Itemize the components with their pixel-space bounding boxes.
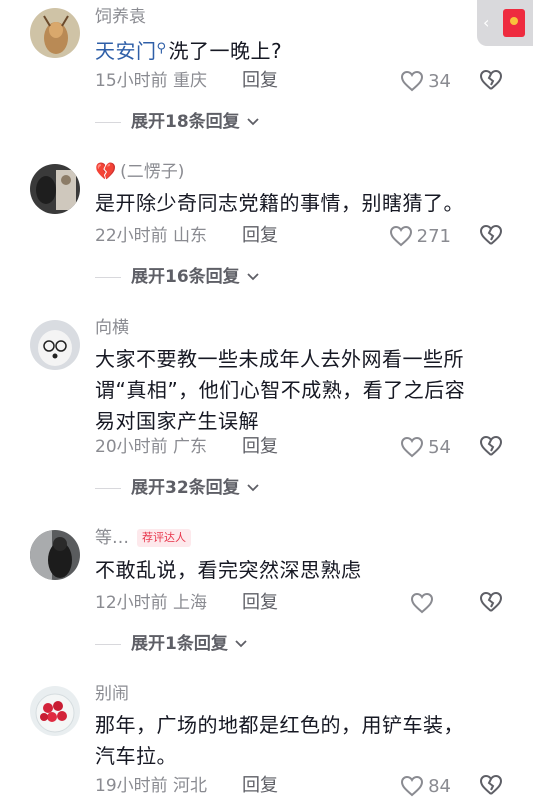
avatar[interactable] — [30, 320, 80, 370]
location: 上海 — [173, 593, 208, 613]
avatar[interactable] — [30, 8, 80, 58]
like-button[interactable]: 271 — [389, 223, 451, 249]
search-icon: ⚲ — [156, 41, 167, 56]
location: 广东 — [173, 437, 208, 457]
username[interactable]: 等… 荐评达人 — [95, 527, 191, 549]
expand-replies-button[interactable]: 展开16条回复 — [95, 266, 260, 288]
like-button[interactable]: 34 — [400, 68, 451, 94]
chevron-down-icon — [247, 118, 259, 126]
location: 山东 — [173, 226, 208, 246]
heart-icon — [410, 592, 434, 614]
heart-icon — [401, 775, 424, 797]
like-count: 271 — [416, 225, 451, 247]
username[interactable]: 饲养袁 — [95, 6, 146, 28]
expand-label: 展开32条回复 — [131, 478, 240, 498]
comment-meta: 20小时前 广东 — [95, 435, 207, 459]
divider-line — [95, 121, 121, 123]
heart-icon — [401, 436, 424, 458]
username[interactable]: 向横 — [95, 317, 129, 339]
dislike-button[interactable] — [478, 772, 504, 798]
timestamp: 12小时前 — [95, 593, 168, 613]
like-count: 34 — [428, 70, 451, 92]
username-text: (二愣子) — [120, 162, 185, 182]
reply-button[interactable]: 回复 — [242, 591, 278, 615]
like-button[interactable]: 54 — [400, 434, 451, 460]
comment-meta: 15小时前 重庆 — [95, 69, 207, 93]
like-button[interactable] — [410, 590, 438, 616]
comment-text: 大家不要教一些未成年人去外网看一些所 谓“真相”，他们心智不成熟，看了之后容 易… — [95, 344, 515, 437]
expand-label: 展开16条回复 — [131, 267, 240, 287]
comment-text-line: 易对国家产生误解 — [95, 409, 259, 433]
mention-link[interactable]: 天安门 — [95, 39, 157, 63]
top-commenter-badge: 荐评达人 — [137, 529, 191, 547]
expand-label: 展开1条回复 — [131, 634, 228, 654]
broken-heart-icon — [479, 69, 503, 90]
broken-heart-icon — [479, 435, 503, 456]
location: 重庆 — [173, 71, 208, 91]
heart-icon — [389, 225, 412, 247]
heart-icon — [401, 70, 424, 92]
avatar[interactable] — [30, 530, 80, 580]
dislike-button[interactable] — [478, 433, 504, 459]
timestamp: 15小时前 — [95, 71, 168, 91]
collapse-chevron-icon: ‹ — [483, 13, 490, 32]
divider-line — [95, 276, 121, 278]
location: 河北 — [173, 776, 208, 796]
chevron-down-icon — [235, 640, 247, 648]
broken-heart-icon: 💔 — [95, 162, 117, 182]
comment-meta: 22小时前 山东 — [95, 224, 207, 248]
avatar[interactable] — [30, 164, 80, 214]
expand-label: 展开18条回复 — [131, 112, 240, 132]
like-count: 54 — [428, 436, 451, 458]
comment-text: 那年，广场的地都是红色的，用铲车装， 汽车拉。 — [95, 710, 515, 772]
comment-text-line: 汽车拉。 — [95, 744, 177, 768]
dislike-button[interactable] — [478, 589, 504, 615]
comment-text: 不敢乱说，看完突然深思熟虑 — [95, 558, 362, 582]
timestamp: 22小时前 — [95, 226, 168, 246]
dislike-button[interactable] — [478, 67, 504, 93]
chevron-down-icon — [247, 484, 259, 492]
comment-meta: 19小时前 河北 — [95, 774, 207, 798]
reply-button[interactable]: 回复 — [242, 774, 278, 798]
expand-replies-button[interactable]: 展开32条回复 — [95, 477, 260, 499]
comment-text-line: 谓“真相”，他们心智不成熟，看了之后容 — [95, 378, 466, 402]
avatar[interactable] — [30, 686, 80, 736]
broken-heart-icon — [479, 591, 503, 612]
reply-button[interactable]: 回复 — [242, 435, 278, 459]
username[interactable]: 💔 (二愣子) — [95, 161, 184, 183]
comment-text: 是开除少奇同志党籍的事情，别瞎猜了。 — [95, 191, 464, 215]
like-count: 84 — [428, 775, 451, 797]
timestamp: 19小时前 — [95, 776, 168, 796]
reply-button[interactable]: 回复 — [242, 224, 278, 248]
broken-heart-icon — [479, 224, 503, 245]
timestamp: 20小时前 — [95, 437, 168, 457]
dislike-button[interactable] — [478, 222, 504, 248]
expand-replies-button[interactable]: 展开1条回复 — [95, 633, 248, 655]
comment-meta: 12小时前 上海 — [95, 591, 207, 615]
expand-replies-button[interactable]: 展开18条回复 — [95, 111, 260, 133]
username-text: 等… — [95, 528, 129, 548]
broken-heart-icon — [479, 774, 503, 795]
comment-text-line: 那年，广场的地都是红色的，用铲车装， — [95, 713, 464, 737]
reply-button[interactable]: 回复 — [242, 69, 278, 93]
chevron-down-icon — [247, 273, 259, 281]
comment-text-line: 大家不要教一些未成年人去外网看一些所 — [95, 347, 464, 371]
comment-text: 天安门⚲ 洗了一晚上? — [95, 33, 515, 67]
divider-line — [95, 487, 121, 489]
divider-line — [95, 643, 121, 645]
username[interactable]: 别闹 — [95, 683, 129, 705]
like-button[interactable]: 84 — [400, 773, 451, 799]
comment-body: 洗了一晚上? — [168, 39, 283, 63]
